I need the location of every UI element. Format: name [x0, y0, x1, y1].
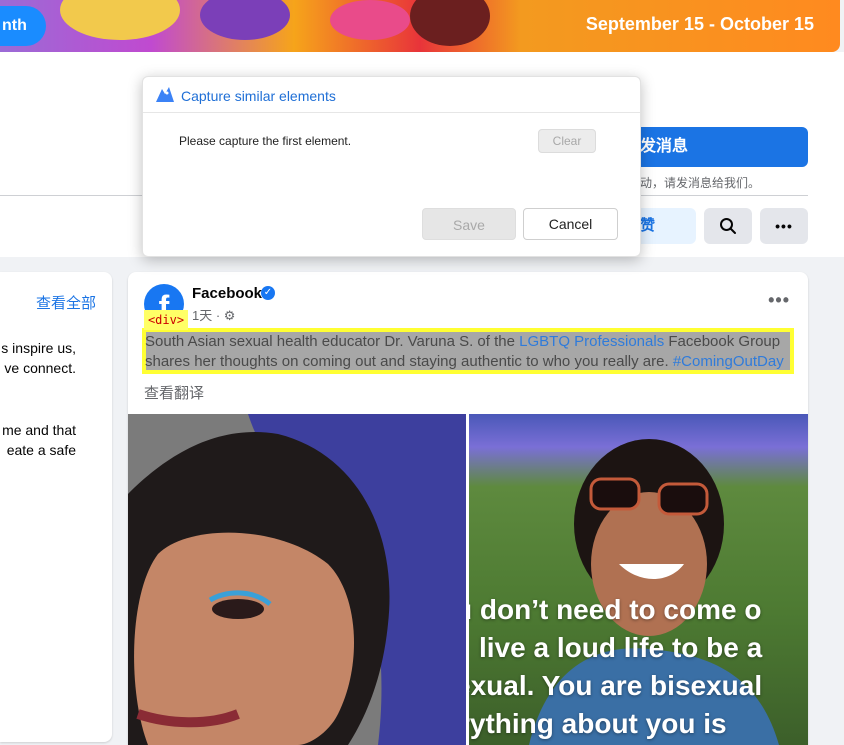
dialog-message: Please capture the first element. — [179, 134, 352, 148]
more-options-button[interactable]: ••• — [760, 208, 808, 244]
message-hint: 动，请发消息给我们。 — [640, 176, 761, 190]
capture-similar-elements-dialog: Capture similar elements Please capture … — [142, 76, 641, 257]
banner-month-pill: nth — [0, 6, 46, 46]
see-translation-link[interactable]: 查看翻译 — [144, 382, 204, 403]
overlay-caption-line: rything about you is — [469, 708, 727, 739]
banner-decoration — [410, 0, 490, 46]
hashtag-link[interactable]: #ComingOutDay — [673, 353, 784, 370]
intro-text-line: eate a safe — [6, 442, 76, 458]
verified-badge-icon: ✓ — [261, 286, 275, 300]
see-all-link[interactable]: 查看全部 — [36, 292, 96, 313]
clear-button[interactable]: Clear — [538, 129, 596, 153]
gear-icon: ⚙ — [223, 308, 236, 323]
search-icon — [720, 218, 736, 234]
element-tag-label: <div> — [144, 310, 188, 330]
group-link[interactable]: LGBTQ Professionals — [519, 333, 664, 350]
post-card: f Facebook ✓ 1天 · ⚙ ••• <div> South Asia… — [128, 272, 808, 745]
save-button[interactable]: Save — [422, 208, 516, 240]
portrait-illustration — [128, 414, 466, 745]
banner-decoration — [330, 0, 410, 40]
send-message-button[interactable]: 发消息 — [620, 127, 808, 167]
post-timestamp[interactable]: 1天 · ⚙ — [192, 305, 235, 324]
more-icon: ••• — [775, 218, 793, 234]
heritage-month-banner: nth September 15 - October 15 — [0, 0, 840, 52]
intro-text-line: ve connect. — [4, 360, 76, 376]
banner-decoration — [60, 0, 180, 40]
overlay-caption-line: exual. You are bisexual — [469, 670, 763, 701]
intro-card: 查看全部 s inspire us, ve connect. me and th… — [0, 272, 112, 742]
banner-dates: September 15 - October 15 — [585, 14, 814, 34]
intro-text-line: s inspire us, — [1, 340, 76, 356]
timestamp-text: 1天 · — [192, 308, 221, 323]
dialog-title: Capture similar elements — [181, 88, 336, 104]
post-photo[interactable]: u don’t need to come o live a loud life … — [469, 414, 808, 745]
banner-decoration — [200, 0, 290, 40]
post-message[interactable]: South Asian sexual health educator Dr. V… — [145, 332, 795, 372]
post-more-button[interactable]: ••• — [768, 290, 790, 311]
search-button[interactable] — [704, 208, 752, 244]
capture-logo-icon — [156, 87, 174, 102]
post-text: South Asian sexual health educator Dr. V… — [145, 333, 520, 350]
dialog-header: Capture similar elements — [143, 77, 640, 113]
overlay-caption-line: live a loud life to be a — [479, 632, 763, 663]
intro-text-line: me and that — [2, 422, 76, 438]
post-photo[interactable] — [128, 414, 466, 745]
overlay-caption-line: u don’t need to come o — [469, 594, 762, 625]
page-name-link[interactable]: Facebook — [192, 285, 262, 302]
cancel-button[interactable]: Cancel — [523, 208, 618, 240]
